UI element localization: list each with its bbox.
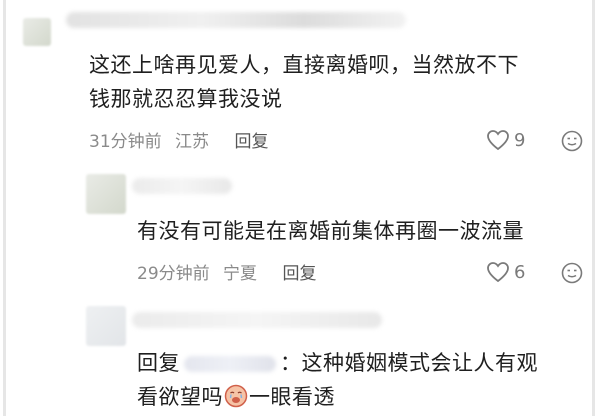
- emoji-button[interactable]: [561, 130, 583, 156]
- reply-button[interactable]: 回复: [282, 264, 316, 284]
- reply-prefix: 回复: [137, 351, 180, 375]
- comment-location: 江苏: [175, 132, 210, 152]
- comment-time: 29分钟前: [137, 264, 210, 284]
- heart-icon: [487, 130, 509, 151]
- comment-text: 有没有可能是在离婚前集体再圈一波流量: [137, 219, 524, 243]
- emoji-icon: [561, 262, 583, 284]
- comment-text-line1: ：这种婚姻模式会让人有观: [280, 351, 538, 375]
- username[interactable]: [66, 12, 406, 28]
- emoji-button[interactable]: [561, 262, 583, 288]
- comment-meta: 31分钟前 江苏 回复: [89, 130, 276, 154]
- username[interactable]: [132, 178, 232, 194]
- heart-icon: [487, 262, 509, 283]
- comment-section: 这还上啥再见爱人，直接离婚呗，当然放不下 钱那就忍忍算我没说 31分钟前 江苏 …: [3, 0, 595, 416]
- comment-text: 回复 ：这种婚姻模式会让人有观 看欲望吗 一眼看透: [137, 346, 538, 414]
- comment-text-line2-b: 一眼看透: [249, 385, 335, 409]
- comment-text: 这还上啥再见爱人，直接离婚呗，当然放不下 钱那就忍忍算我没说: [89, 53, 519, 111]
- like-button[interactable]: 6: [486, 260, 525, 284]
- like-count: 9: [514, 129, 526, 151]
- emoji-icon: [561, 130, 583, 152]
- mentioned-user[interactable]: [184, 356, 276, 372]
- comment-time: 31分钟前: [89, 132, 162, 152]
- username[interactable]: [132, 312, 382, 328]
- comment-meta: 29分钟前 宁夏 回复: [137, 262, 324, 286]
- comment-text-line2-a: 看欲望吗: [137, 385, 223, 409]
- cry-emoji-icon: [224, 384, 248, 408]
- reply-button[interactable]: 回复: [234, 132, 268, 152]
- avatar[interactable]: [86, 174, 126, 214]
- like-count: 6: [514, 261, 526, 283]
- avatar[interactable]: [23, 18, 51, 46]
- like-button[interactable]: 9: [486, 128, 525, 152]
- avatar[interactable]: [86, 306, 126, 346]
- comment-location: 宁夏: [223, 264, 258, 284]
